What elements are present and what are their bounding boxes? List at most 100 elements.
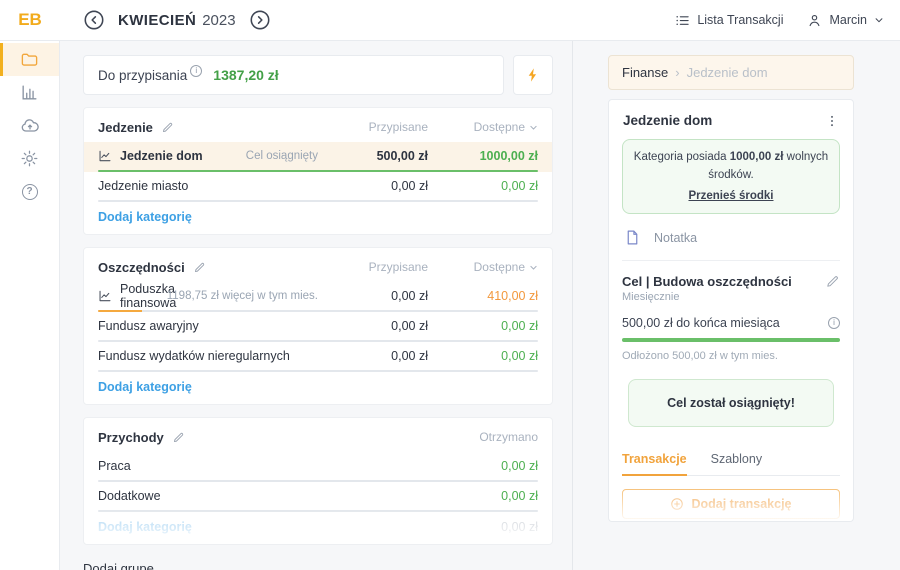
chevron-down-icon — [874, 15, 884, 25]
goal-progress-bar — [622, 338, 840, 342]
gear-icon — [20, 149, 39, 168]
column-header-available[interactable]: Dostępne — [428, 120, 538, 134]
bar-chart-icon — [20, 83, 39, 102]
tab-transactions[interactable]: Transakcje — [622, 452, 687, 476]
plus-circle-icon — [670, 497, 684, 511]
sidebar-item-help[interactable]: ? — [0, 175, 59, 208]
goal-status-badge: Cel osiągnięty — [246, 150, 318, 162]
group-card-przychody: Przychody Otrzymano Praca 0,00 zł Dodatk… — [83, 417, 553, 545]
info-icon[interactable]: i — [828, 317, 840, 329]
year-label: 2023 — [202, 12, 235, 29]
free-funds-box: Kategoria posiada 1000,00 zł wolnych śro… — [622, 139, 840, 214]
available-value: 0,00 zł — [428, 179, 538, 193]
topbar: EB KWIECIEŃ 2023 Lista Transakcji — [0, 0, 900, 41]
move-funds-link[interactable]: Przenieś środki — [688, 188, 773, 206]
next-month-button[interactable] — [249, 9, 272, 32]
list-icon — [675, 13, 690, 28]
add-category-link[interactable]: Dodaj kategorię — [98, 372, 538, 402]
panel-body: Jedzenie dom Kategoria posiada 1000,00 z… — [608, 99, 854, 522]
assigned-value: 0,00 zł — [332, 349, 428, 363]
sidebar-item-settings[interactable] — [0, 142, 59, 175]
column-header-assigned: Przypisane — [332, 260, 428, 274]
goal-saved-note: Odłożono 500,00 zł w tym mies. — [622, 350, 840, 362]
folder-icon — [20, 50, 39, 69]
faded-add-category-row: Dodaj kategorię 0,00 zł — [98, 512, 538, 542]
note-row[interactable]: Notatka — [622, 214, 840, 261]
group-header: Przychody Otrzymano — [98, 422, 538, 452]
category-name: Praca — [98, 459, 428, 473]
sidebar-item-reports[interactable] — [0, 76, 59, 109]
add-category-link[interactable]: Dodaj kategorię — [98, 202, 538, 232]
group-name: Przychody — [98, 430, 164, 445]
edit-group-icon[interactable] — [193, 261, 206, 274]
available-value: 1000,00 zł — [428, 149, 538, 163]
category-name: Jedzenie miasto — [98, 179, 332, 193]
category-row-jedzenie-miasto[interactable]: Jedzenie miasto 0,00 zł 0,00 zł — [98, 172, 538, 202]
chevron-down-icon — [529, 263, 538, 272]
category-name: Fundusz awaryjny — [98, 319, 332, 333]
line-chart-icon — [98, 149, 112, 163]
kebab-menu-icon[interactable] — [825, 114, 839, 128]
breadcrumb-separator: › — [675, 65, 679, 80]
category-row-poduszka-finansowa[interactable]: Poduszka finansowa 1198,75 zł więcej w t… — [98, 282, 538, 312]
goal-block: Cel | Budowa oszczędności Miesięcznie 50… — [622, 261, 840, 362]
available-value: 410,00 zł — [428, 289, 538, 303]
available-value: 0,00 zł — [428, 349, 538, 363]
edit-group-icon[interactable] — [161, 121, 174, 134]
info-icon[interactable]: i — [190, 65, 202, 77]
free-funds-prefix: Kategoria posiada — [634, 151, 727, 163]
month-navigation: KWIECIEŃ 2023 — [82, 9, 272, 32]
add-group-button[interactable]: Dodaj grupę — [83, 561, 572, 570]
app-logo[interactable]: EB — [0, 10, 60, 30]
category-row-fundusz-wydatkow[interactable]: Fundusz wydatków nieregularnych 0,00 zł … — [98, 342, 538, 372]
group-name: Jedzenie — [98, 120, 153, 135]
group-card-oszczednosci: Oszczędności Przypisane Dostępne Poduszk… — [83, 247, 553, 405]
assigned-value: 0,00 zł — [332, 289, 428, 303]
category-name: Jedzenie dom — [120, 149, 203, 163]
category-detail-panel: Finanse › Jedzenie dom Jedzenie dom Kate… — [608, 55, 854, 522]
help-icon: ? — [22, 184, 38, 200]
breadcrumb-root[interactable]: Finanse — [622, 65, 668, 80]
user-menu[interactable]: Marcin — [807, 13, 884, 28]
category-row-dodatkowe[interactable]: Dodatkowe 0,00 zł — [98, 482, 538, 512]
vertical-divider — [572, 41, 573, 570]
available-value: 0,00 zł — [428, 319, 538, 333]
line-chart-icon — [98, 289, 112, 303]
group-header: Oszczędności Przypisane Dostępne — [98, 252, 538, 282]
quick-assign-button[interactable] — [513, 55, 553, 95]
to-assign-card: Do przypisania i 1387,20 zł — [83, 55, 504, 95]
previous-month-button[interactable] — [82, 9, 105, 32]
topbar-actions: Lista Transakcji Marcin — [675, 13, 900, 28]
panel-tabs: Transakcje Szablony — [622, 452, 840, 476]
sidebar: ? — [0, 41, 60, 570]
user-icon — [807, 13, 822, 28]
category-name: Dodatkowe — [98, 489, 428, 503]
budget-main: Do przypisania i 1387,20 zł Jedzenie Prz… — [60, 41, 572, 570]
sidebar-item-budget[interactable] — [0, 43, 59, 76]
edit-goal-icon[interactable] — [825, 274, 840, 289]
received-value: 0,00 zł — [428, 459, 538, 473]
add-transaction-button[interactable]: Dodaj transakcję — [622, 489, 840, 519]
arrow-left-circle-icon — [83, 9, 105, 31]
note-document-icon — [624, 229, 641, 246]
breadcrumb-current: Jedzenie dom — [687, 65, 768, 80]
assigned-value: 500,00 zł — [332, 149, 428, 163]
column-header-available[interactable]: Dostępne — [428, 260, 538, 274]
sidebar-item-import[interactable] — [0, 109, 59, 142]
column-header-received: Otrzymano — [428, 430, 538, 444]
add-category-link[interactable]: Dodaj kategorię — [98, 520, 428, 534]
received-value: 0,00 zł — [428, 489, 538, 503]
edit-group-icon[interactable] — [172, 431, 185, 444]
category-row-fundusz-awaryjny[interactable]: Fundusz awaryjny 0,00 zł 0,00 zł — [98, 312, 538, 342]
transactions-list-label: Lista Transakcji — [697, 13, 783, 27]
group-header: Jedzenie Przypisane Dostępne — [98, 112, 538, 142]
category-row-praca[interactable]: Praca 0,00 zł — [98, 452, 538, 482]
tab-templates[interactable]: Szablony — [711, 452, 762, 475]
goal-title: Cel | Budowa oszczędności — [622, 274, 817, 289]
group-name: Oszczędności — [98, 260, 185, 275]
category-row-jedzenie-dom[interactable]: Jedzenie dom Cel osiągnięty 500,00 zł 10… — [84, 142, 552, 172]
transactions-list-button[interactable]: Lista Transakcji — [675, 13, 783, 28]
chevron-down-icon — [529, 123, 538, 132]
cloud-upload-icon — [20, 116, 40, 136]
goal-period: Miesięcznie — [622, 291, 817, 303]
